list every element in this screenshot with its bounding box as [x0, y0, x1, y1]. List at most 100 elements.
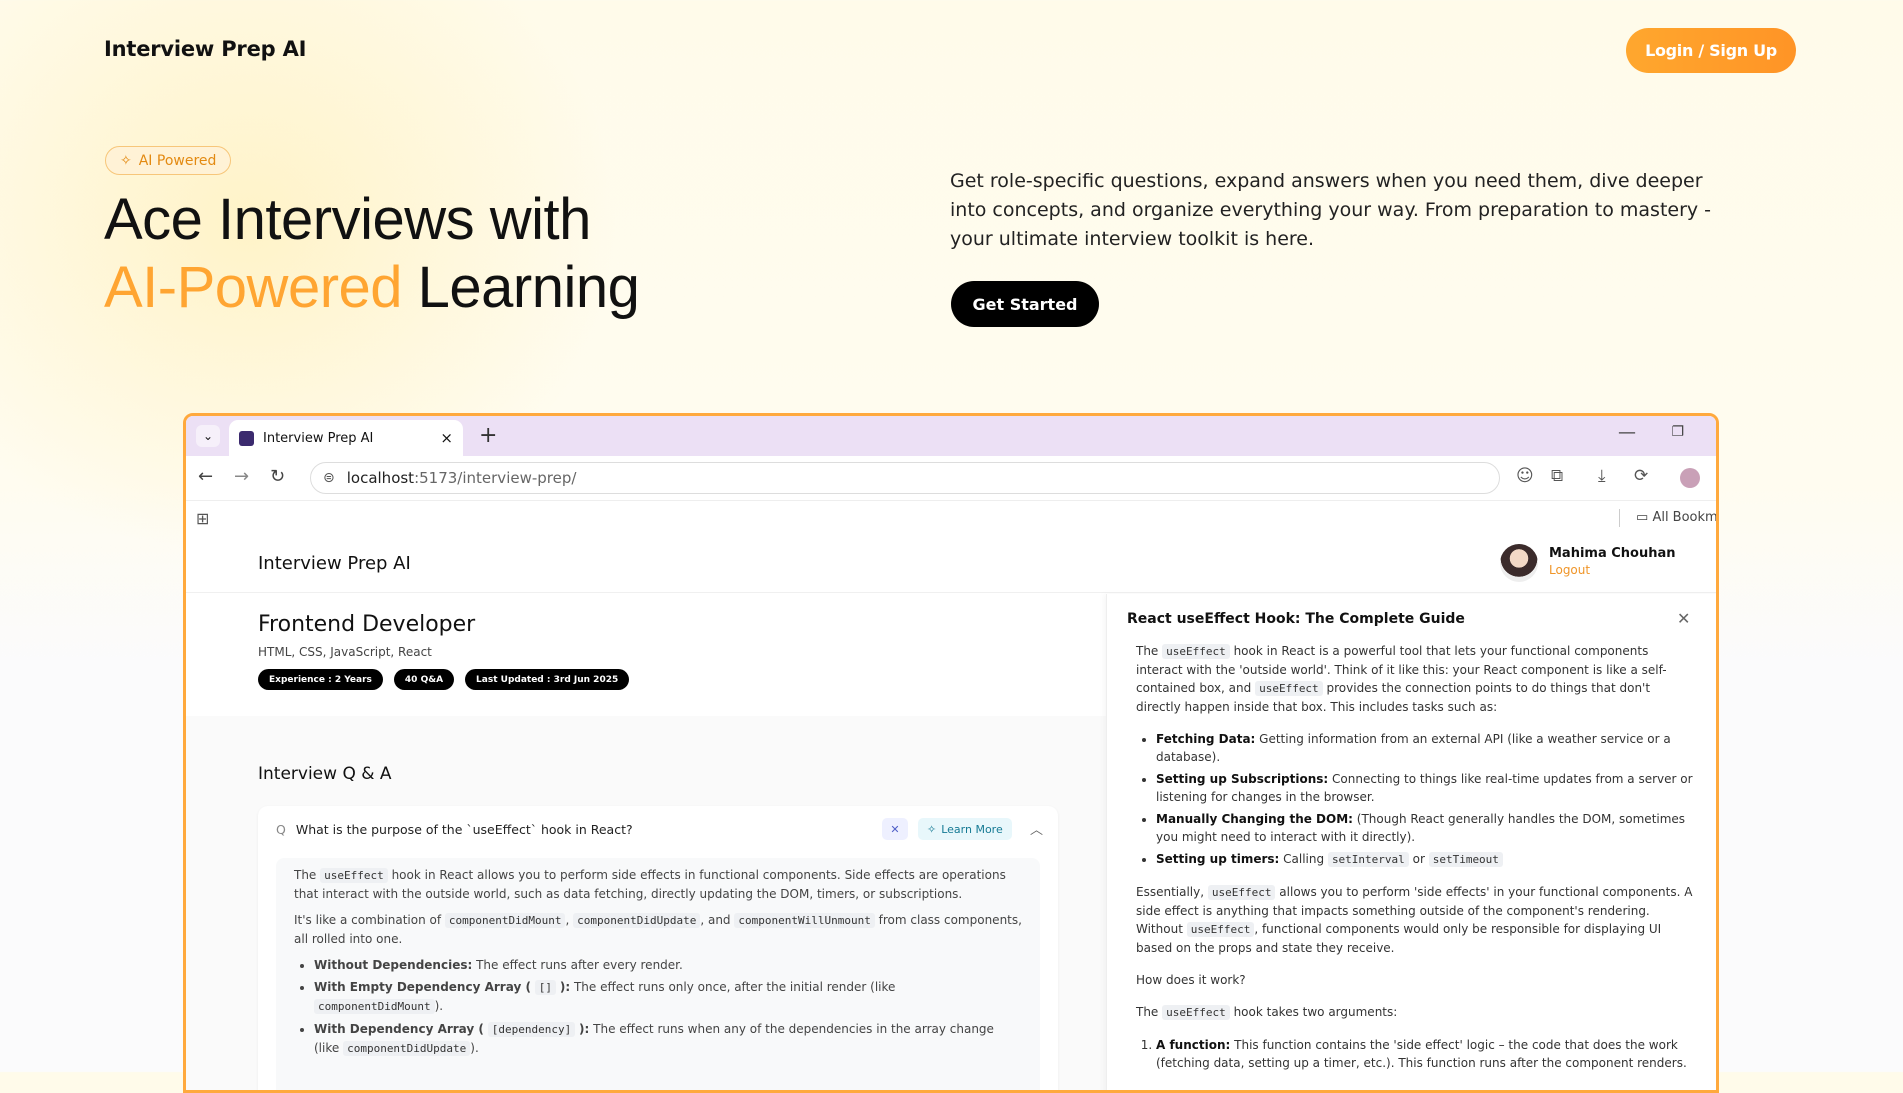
text: Essentially, — [1136, 885, 1208, 899]
learn-more-button[interactable]: ✧ Learn More — [918, 818, 1012, 840]
all-bookmarks-label: All Bookma — [1652, 510, 1719, 525]
folder-icon: ▭ — [1636, 510, 1649, 525]
code: useEffect — [1162, 1005, 1230, 1020]
question-card: Q What is the purpose of the `useEffect`… — [258, 806, 1058, 1090]
list-item: Manually Changing the DOM: (Though React… — [1156, 810, 1696, 846]
text: The — [1136, 644, 1163, 658]
experience-pill: Experience : 2 Years — [258, 669, 383, 690]
list-item: A function: This function contains the '… — [1156, 1036, 1696, 1072]
login-signup-button[interactable]: Login / Sign Up — [1626, 28, 1796, 73]
back-arrow-icon[interactable]: ← — [198, 466, 213, 487]
get-started-button[interactable]: Get Started — [951, 281, 1099, 327]
forward-arrow-icon[interactable]: → — [234, 466, 249, 487]
text: The — [1136, 1005, 1163, 1019]
bold: Without Dependencies: — [314, 958, 473, 972]
pin-icon: ✕ — [890, 822, 900, 836]
favicon-icon — [239, 430, 254, 446]
text: The effect runs after every render. — [472, 958, 683, 972]
bookmarks-bar: ⊞ ▭ All Bookma — [186, 501, 1716, 536]
logout-link[interactable]: Logout — [1549, 563, 1590, 577]
site-info-icon[interactable]: ⊜ — [323, 470, 335, 486]
bold: Setting up Subscriptions: — [1156, 772, 1329, 786]
drawer-paragraph: Essentially, useEffect allows you to per… — [1136, 883, 1696, 957]
list-item: Fetching Data: Getting information from … — [1156, 730, 1696, 766]
apps-grid-icon[interactable]: ⊞ — [196, 509, 209, 528]
new-tab-icon[interactable]: + — [479, 423, 497, 448]
url-path: :5173/interview-prep/ — [414, 469, 577, 487]
ai-powered-badge: ✧ AI Powered — [105, 146, 232, 175]
hero-description: Get role-specific questions, expand answ… — [950, 170, 1712, 250]
qa-count-pill: 40 Q&A — [393, 669, 455, 690]
hero-heading-rest: Learning — [402, 255, 640, 320]
text: , and — [700, 913, 735, 927]
tab-search-dropdown-icon[interactable]: ⌄ — [196, 425, 220, 447]
reload-icon[interactable]: ↻ — [270, 466, 285, 487]
site-logo-title[interactable]: Interview Prep AI — [104, 37, 306, 61]
hero-heading-accent: AI-Powered — [104, 255, 403, 320]
bookmark-separator — [1619, 509, 1620, 527]
download-icon[interactable]: ⤓ — [1598, 466, 1606, 486]
close-tab-icon[interactable]: × — [440, 429, 453, 447]
close-icon[interactable]: ✕ — [1677, 609, 1690, 628]
sync-icon[interactable]: ⟳ — [1634, 466, 1648, 486]
hero-heading-line1: Ace Interviews with — [104, 187, 591, 252]
list-item: Setting up Subscriptions: Connecting to … — [1156, 770, 1696, 806]
code: useEffect — [1255, 681, 1323, 696]
text: or — [1408, 852, 1429, 866]
list-item: With Empty Dependency Array ( [] ): The … — [314, 978, 1022, 1016]
bold: With Empty Dependency Array ( — [314, 980, 531, 994]
question-row[interactable]: Q What is the purpose of the `useEffect`… — [276, 822, 633, 837]
restore-window-icon[interactable]: ❐ — [1671, 424, 1684, 440]
answer-paragraph: The useEffect hook in React allows you t… — [294, 866, 1022, 903]
user-avatar — [1500, 544, 1538, 582]
text: ). — [470, 1041, 479, 1055]
text: hook takes two arguments: — [1229, 1005, 1398, 1019]
list-item: Without Dependencies: The effect runs af… — [314, 956, 1022, 974]
role-title: Frontend Developer — [258, 612, 476, 637]
list-item: Setting up timers: Calling setInterval o… — [1156, 850, 1696, 869]
bold: Fetching Data: — [1156, 732, 1256, 746]
app-header: Interview Prep AI Mahima Chouhan Logout — [186, 534, 1716, 593]
text: It's like a combination of — [294, 913, 445, 927]
text: The effect runs only once, after the ini… — [570, 980, 896, 994]
drawer-paragraph: The useEffect hook in React is a powerfu… — [1136, 642, 1696, 716]
session-pills: Experience : 2 Years 40 Q&A Last Updated… — [258, 669, 630, 690]
learn-more-label: Learn More — [941, 822, 1003, 836]
drawer-list: Fetching Data: Getting information from … — [1136, 730, 1696, 869]
hero-heading: Ace Interviews with AI-Powered Learning — [104, 186, 640, 322]
answer-paragraph: It's like a combination of componentDidM… — [294, 913, 1022, 946]
drawer-paragraph: The useEffect hook takes two arguments: — [1136, 1003, 1696, 1022]
code: [] — [534, 980, 557, 995]
list-item: With Dependency Array ( [dependency] ): … — [314, 1020, 1022, 1058]
code: componentWillUnmount — [734, 913, 875, 928]
minimize-window-icon[interactable]: — — [1618, 422, 1636, 443]
extension-icon[interactable]: ☺ — [1516, 466, 1534, 486]
browser-screenshot-frame: ⌄ Interview Prep AI × + — ❐ ← → ↻ ⊜ loca… — [183, 413, 1719, 1093]
puzzle-extensions-icon[interactable]: ⧉ — [1551, 466, 1563, 486]
text: The — [294, 868, 321, 882]
sparkle-icon: ✧ — [120, 152, 132, 169]
app-title[interactable]: Interview Prep AI — [258, 553, 411, 574]
drawer-ordered-list: A function: This function contains the '… — [1136, 1036, 1696, 1072]
browser-tab-bar: ⌄ Interview Prep AI × + — ❐ — [186, 416, 1716, 456]
all-bookmarks-button[interactable]: ▭ All Bookma — [1636, 510, 1719, 525]
code: componentDidMount — [314, 999, 435, 1014]
text: ). — [434, 999, 444, 1013]
code: useEffect — [1186, 922, 1255, 937]
badge-label: AI Powered — [138, 152, 217, 169]
text: This function contains the 'side effect'… — [1156, 1038, 1687, 1070]
url-host: localhost — [346, 469, 415, 487]
skills-list: HTML, CSS, JavaScript, React — [258, 645, 432, 659]
last-updated-pill: Last Updated : 3rd Jun 2025 — [465, 669, 630, 690]
bold: Setting up timers: — [1156, 852, 1280, 866]
browser-tab[interactable]: Interview Prep AI × — [229, 420, 463, 456]
bold: ): — [579, 1022, 590, 1036]
drawer-title: React useEffect Hook: The Complete Guide — [1127, 611, 1465, 627]
bold: ): — [559, 980, 571, 994]
code: componentDidMount — [444, 913, 566, 928]
profile-avatar-icon[interactable] — [1680, 468, 1700, 488]
answer-panel: The useEffect hook in React allows you t… — [276, 858, 1040, 1090]
pin-question-button[interactable]: ✕ — [882, 818, 908, 840]
url-field[interactable]: ⊜ localhost:5173/interview-prep/ — [310, 462, 1500, 494]
collapse-chevron-icon[interactable]: ︿ — [1030, 819, 1043, 838]
